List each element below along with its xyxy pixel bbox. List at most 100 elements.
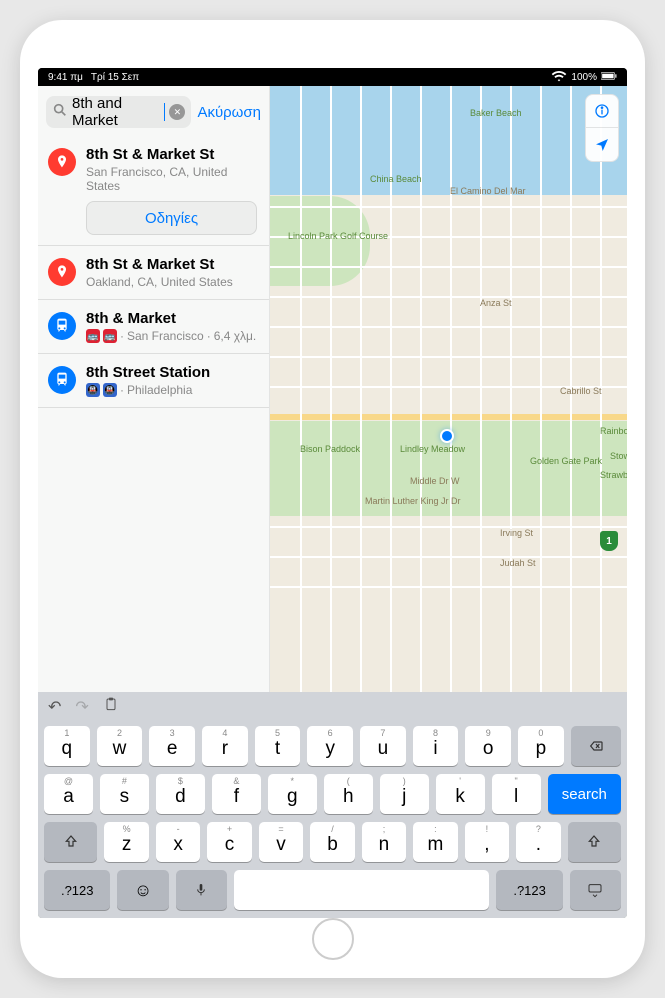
search-result[interactable]: 8th Street Station 🚇 🚇 · Philadelphia [38,354,269,408]
map-label: Judah St [500,558,536,568]
map-label: Lindley Meadow [400,444,465,454]
key-m[interactable]: :m [413,822,457,862]
search-field[interactable]: 8th and Market ✕ [46,96,191,128]
result-subtitle: Oakland, CA, United States [86,275,257,289]
key-r[interactable]: 4r [202,726,248,766]
result-title: 8th Street Station [86,364,257,381]
result-subtitle: 🚌 🚌 · San Francisco · 6,4 χλμ. [86,329,257,343]
search-result[interactable]: 8th St & Market St San Francisco, CA, Un… [38,136,269,246]
key-w[interactable]: 2w [97,726,143,766]
map-label: Golden Gate Park [530,456,602,466]
keyboard: ↶ ↷ 1q2w3e4r5t6y7u8i9o0p @a#s$d&f*g(h)j'… [38,692,627,918]
cancel-button[interactable]: Ακύρωση [197,104,261,121]
key-y[interactable]: 6y [307,726,353,766]
numeric-key[interactable]: .?123 [496,870,562,910]
clipboard-button[interactable] [103,697,119,718]
status-date: Τρί 15 Σεπ [91,72,139,83]
map-label: Rainbow Falls [600,426,627,436]
key-f[interactable]: &f [212,774,261,814]
transit-icon [48,366,76,394]
transit-icon [48,312,76,340]
key-a[interactable]: @a [44,774,93,814]
result-title: 8th St & Market St [86,146,257,163]
key-,[interactable]: !, [465,822,509,862]
map-label: Strawberry Hill [600,470,627,480]
clear-search-button[interactable]: ✕ [169,104,185,120]
map-label: El Camino Del Mar [450,186,526,196]
shift-key[interactable] [44,822,97,862]
undo-button[interactable]: ↶ [48,697,61,717]
keyboard-row: @a#s$d&f*g(h)j'k"lsearch [44,774,621,814]
result-subtitle: 🚇 🚇 · Philadelphia [86,383,257,397]
shift-key[interactable] [568,822,621,862]
transit-badge-icon: 🚌 [86,329,100,343]
transit-badge-icon: 🚌 [103,329,117,343]
key-p[interactable]: 0p [518,726,564,766]
map-label: Stow Lake [610,451,627,461]
search-icon [52,102,68,123]
key-x[interactable]: -x [156,822,200,862]
key-d[interactable]: $d [156,774,205,814]
map-info-button[interactable] [585,94,619,128]
map-label: Cabrillo St [560,386,602,396]
search-sidebar: 8th and Market ✕ Ακύρωση [38,86,270,692]
map-label: Lincoln Park Golf Course [288,231,388,241]
numeric-key[interactable]: .?123 [44,870,110,910]
redo-button[interactable]: ↷ [75,697,88,717]
key-h[interactable]: (h [324,774,373,814]
key-c[interactable]: +c [207,822,251,862]
map-label: Bison Paddock [300,444,360,454]
result-title: 8th & Market [86,310,257,327]
space-key[interactable] [234,870,490,910]
home-button[interactable] [312,918,354,960]
wifi-icon [551,68,567,87]
locate-me-button[interactable] [585,128,619,162]
key-b[interactable]: /b [310,822,354,862]
status-time: 9:41 πμ [48,72,83,83]
map-label: Middle Dr W [410,476,460,486]
key-i[interactable]: 8i [413,726,459,766]
key-k[interactable]: 'k [436,774,485,814]
transit-badge-icon: 🚇 [86,383,100,397]
search-result[interactable]: 8th St & Market St Oakland, CA, United S… [38,246,269,300]
key-.[interactable]: ?. [516,822,560,862]
search-result[interactable]: 8th & Market 🚌 🚌 · San Francisco · 6,4 χ… [38,300,269,354]
map-label: Anza St [480,298,512,308]
result-subtitle: San Francisco, CA, United States [86,165,257,193]
hide-keyboard-key[interactable] [570,870,621,910]
map-label: Martin Luther King Jr Dr [365,496,461,506]
key-z[interactable]: %z [104,822,148,862]
key-v[interactable]: =v [259,822,303,862]
map-label: China Beach [370,174,422,184]
key-n[interactable]: ;n [362,822,406,862]
search-results: 8th St & Market St San Francisco, CA, Un… [38,136,269,408]
key-l[interactable]: "l [492,774,541,814]
pin-icon [48,258,76,286]
result-title: 8th St & Market St [86,256,257,273]
keyboard-row: 1q2w3e4r5t6y7u8i9o0p [44,726,621,766]
key-t[interactable]: 5t [255,726,301,766]
keyboard-row: %z-x+c=v/b;n:m!,?. [44,822,621,862]
key-g[interactable]: *g [268,774,317,814]
key-j[interactable]: )j [380,774,429,814]
key-o[interactable]: 9o [465,726,511,766]
search-key[interactable]: search [548,774,621,814]
map-label: Baker Beach [470,108,522,118]
key-e[interactable]: 3e [149,726,195,766]
emoji-key[interactable]: ☺ [117,870,168,910]
backspace-key[interactable] [571,726,621,766]
dictate-key[interactable] [176,870,227,910]
search-input[interactable]: 8th and Market [72,95,160,129]
key-u[interactable]: 7u [360,726,406,766]
map-canvas[interactable]: Baker Beach China Beach El Camino Del Ma… [270,86,627,692]
key-q[interactable]: 1q [44,726,90,766]
battery-percent: 100% [571,72,597,83]
keyboard-row: .?123 ☺ .?123 [44,870,621,910]
route-shield-icon: 1 [600,531,618,551]
directions-button[interactable]: Οδηγίες [86,201,257,235]
transit-badge-icon: 🚇 [103,383,117,397]
map-label: Irving St [500,528,533,538]
key-s[interactable]: #s [100,774,149,814]
battery-icon [601,68,617,87]
pin-icon [48,148,76,176]
